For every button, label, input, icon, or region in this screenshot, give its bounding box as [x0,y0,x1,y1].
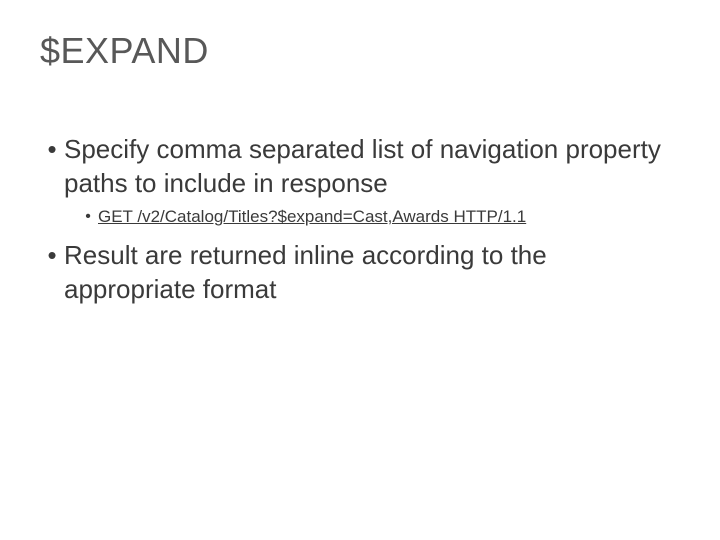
sub-bullet-marker: • [78,206,98,228]
slide-content: • Specify comma separated list of naviga… [40,132,680,306]
bullet-item-2: • Result are returned inline according t… [40,238,680,306]
bullet-marker: • [40,238,64,272]
bullet-text-2: Result are returned inline according to … [64,238,680,306]
bullet-text-1: Specify comma separated list of navigati… [64,132,680,200]
slide-title: $EXPAND [40,30,680,72]
bullet-item-1: • Specify comma separated list of naviga… [40,132,680,200]
bullet-marker: • [40,132,64,166]
sub-bullet-text-1: GET /v2/Catalog/Titles?$expand=Cast,Awar… [98,206,526,228]
sub-bullet-item-1: • GET /v2/Catalog/Titles?$expand=Cast,Aw… [78,206,680,228]
